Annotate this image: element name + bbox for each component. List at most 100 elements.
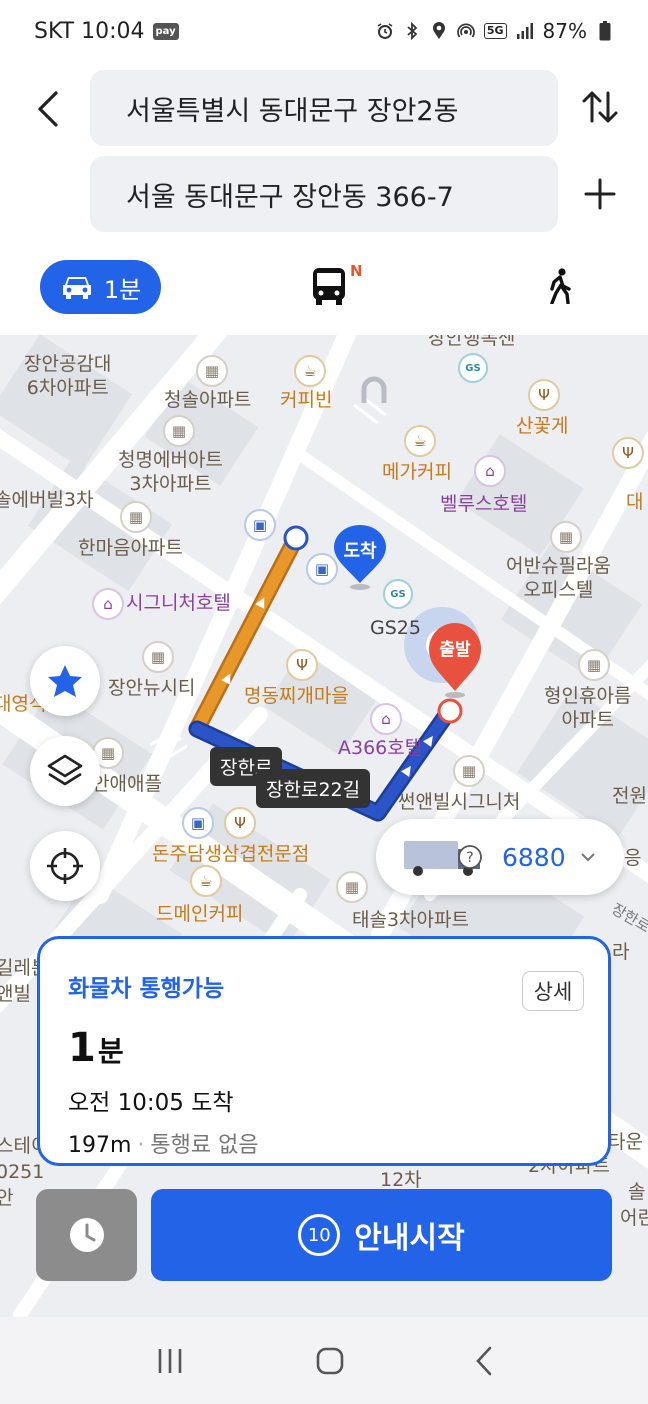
map-label-a366: A366호텔 — [338, 737, 423, 759]
map-label-bellus: 벨루스호텔 — [440, 493, 528, 515]
hotel-icon: ⌂ — [92, 588, 124, 620]
gs25-icon: GS — [458, 353, 488, 383]
tab-walk[interactable] — [546, 268, 578, 308]
map-label-signiture-hotel: 시그니처호텔 — [126, 592, 231, 614]
destination-field[interactable]: 서울 동대문구 장안동 366-7 — [90, 156, 558, 232]
hotspot-icon — [457, 22, 475, 40]
chevron-down-icon — [580, 853, 595, 862]
detail-button[interactable]: 상세 — [522, 971, 584, 1011]
battery-icon — [596, 21, 614, 41]
layers-button[interactable] — [30, 736, 100, 806]
star-icon — [48, 665, 82, 697]
plus-icon — [584, 178, 616, 210]
map-label-ra: 라 — [612, 941, 630, 963]
map-label-bottom-left3: 안 — [0, 1187, 14, 1209]
signal-icon — [516, 22, 534, 40]
system-nav-bar — [0, 1317, 648, 1404]
countdown-badge: 10 — [298, 1214, 341, 1256]
duration: 1 분 — [68, 1025, 580, 1071]
map-label-sankotge: 산꽃게 — [516, 415, 569, 437]
apartment-icon: ▦ — [578, 649, 610, 681]
bus-stop-icon: ▣ — [244, 509, 276, 541]
cafe-icon: ☕ — [404, 425, 436, 457]
departure-time-button[interactable] — [36, 1189, 137, 1281]
toll-info: 통행료 없음 — [150, 1133, 259, 1158]
tab-car[interactable]: 1분 — [40, 260, 161, 314]
cafe-icon: ☕ — [190, 865, 222, 897]
map-label-bottom-right3: 솔 — [628, 1181, 646, 1203]
swap-icon — [582, 91, 618, 123]
apartment-icon: ▦ — [120, 501, 152, 533]
network-5g-icon: 5G — [483, 23, 507, 39]
cafe-icon: ☕ — [294, 355, 326, 387]
map-label-janganview: 장안뉴시티 — [108, 677, 196, 699]
restaurant-icon: Ψ — [224, 807, 256, 839]
walk-icon — [550, 268, 571, 305]
building-icon: ▦ — [550, 521, 582, 553]
recent-apps-icon[interactable] — [154, 1346, 186, 1376]
map-label-myeongdong: 명동찌개마을 — [244, 685, 349, 707]
truck-accessible-label: 화물차 통행가능 — [68, 976, 225, 1002]
origin-pin-label: 출발 — [439, 640, 471, 660]
status-bar: SKT 10:04 pay 5G 87% — [0, 0, 648, 62]
destination-pin[interactable]: 도착 — [331, 525, 389, 591]
map-label-megacoffee: 메가커피 — [382, 461, 452, 483]
transport-modes: 1분 N — [0, 258, 648, 318]
map-label-sunnville: 썬앤빌시그니처 — [398, 791, 521, 813]
truck-option-button[interactable]: ? 6880 — [376, 819, 624, 895]
tab-transit[interactable]: N — [312, 262, 368, 310]
map-label-anaepeul: 안애애플 — [92, 773, 162, 795]
clock-icon — [69, 1218, 104, 1252]
route-summary-card[interactable]: 화물차 통행가능 상세 1 분 오전 10:05 도착 197m · 통행료 없음 — [37, 936, 611, 1166]
restaurant-icon: Ψ — [286, 649, 318, 681]
apartment-icon: ▦ — [142, 641, 174, 673]
apartment-icon: ▦ — [336, 871, 368, 903]
home-icon[interactable] — [315, 1346, 345, 1376]
start-navigation-button[interactable]: 10 안내시작 — [151, 1189, 612, 1281]
carrier-time: SKT 10:04 — [34, 18, 145, 44]
favorite-button[interactable] — [30, 646, 100, 716]
origin-field[interactable]: 서울특별시 동대문구 장안2동 — [90, 70, 558, 146]
layers-icon — [47, 754, 83, 786]
restaurant-icon: Ψ — [528, 379, 560, 411]
separator: · — [137, 1133, 145, 1158]
truck-icon: ? — [404, 841, 482, 876]
map-label-donju: 돈주담생삼겹전문점 — [152, 843, 310, 865]
route-info: 197m · 통행료 없음 — [68, 1127, 580, 1159]
add-waypoint-button[interactable] — [574, 168, 626, 220]
alarm-icon — [376, 22, 394, 40]
distance: 197m — [68, 1133, 132, 1158]
location-icon — [430, 22, 448, 40]
pay-badge: pay — [152, 22, 179, 40]
map-view[interactable]: ▦ ☕ ▦ Ψ ☕ Ψ ⌂ ▦ ▦ ▣ ▣ GS GS ⌂ ▦ Ψ ▦ ⌂ ▦ … — [0, 335, 648, 1317]
map-label-top: 장안행복센 — [428, 335, 516, 349]
map-label-left2: 앤빌 — [0, 983, 31, 1005]
map-label-urban: 어반슈필라움 오피스텔 — [506, 555, 611, 601]
duration-unit: 분 — [97, 1035, 124, 1068]
map-label-everville: 솔에버빌3차 — [0, 489, 94, 511]
origin-pin[interactable]: 출발 — [426, 615, 484, 699]
restaurant-icon: Ψ — [612, 437, 644, 469]
duration-number: 1 — [68, 1025, 96, 1071]
map-label-jeonwon: 전원 — [612, 785, 647, 807]
map-label-bottom-right1: 타운 — [608, 1131, 643, 1153]
car-icon — [62, 277, 91, 299]
map-label-cheongmyeong: 청명에버아트 3차아파트 — [118, 449, 223, 495]
map-label-hyeongin: 형인휴아름 아파트 — [544, 685, 632, 731]
start-navigation-label: 안내시작 — [354, 1221, 465, 1256]
map-label-eong: 응 — [624, 847, 642, 869]
bus-stop-icon: ▣ — [182, 807, 214, 839]
map-label-cheongsol: 청솔아파트 — [164, 389, 252, 411]
swap-button[interactable] — [574, 81, 626, 133]
hotel-icon: ⌂ — [370, 703, 402, 735]
map-label-dmein: 드메인커피 — [156, 903, 244, 925]
current-location-button[interactable] — [30, 831, 100, 901]
back-nav-icon[interactable] — [474, 1345, 494, 1377]
map-label-jangan-apt: 장안공감대 6차아파트 — [24, 353, 112, 399]
back-button[interactable] — [26, 88, 68, 130]
arrival-time: 오전 10:05 도착 — [68, 1090, 234, 1116]
map-label-dae: 대 — [626, 491, 644, 513]
map-label-bottom-right4: 어린 — [620, 1207, 648, 1229]
hotel-icon: ⌂ — [474, 455, 506, 487]
bluetooth-icon — [403, 22, 421, 40]
